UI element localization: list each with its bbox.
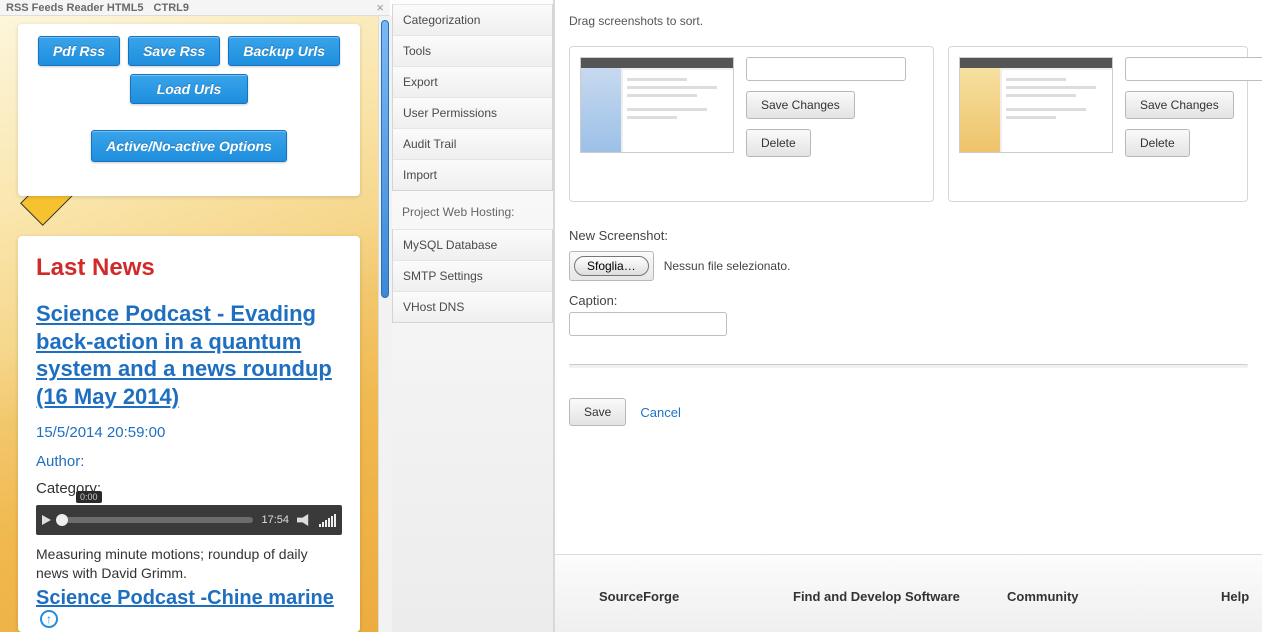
- screenshot-thumbnail[interactable]: [959, 57, 1113, 153]
- menu-import[interactable]: Import: [392, 159, 553, 191]
- admin-menu: Categorization Tools Export User Permiss…: [392, 0, 554, 632]
- screenshot-caption-input[interactable]: [1125, 57, 1262, 81]
- addon-panel-tabbar: RSS Feeds Reader HTML5 CTRL9 ×: [0, 0, 390, 16]
- new-caption-input[interactable]: [569, 312, 727, 336]
- menu-vhost-dns[interactable]: VHost DNS: [392, 291, 553, 323]
- screenshot-caption-input[interactable]: [746, 57, 906, 81]
- browse-button[interactable]: Sfoglia…: [574, 256, 649, 276]
- addon-tab-keybinding: CTRL9: [154, 2, 189, 14]
- new-screenshot-label: New Screenshot:: [569, 228, 1248, 243]
- rss-sidebar: FOLLOW Pdf Rss Save Rss Backup Urls Load…: [0, 16, 390, 632]
- file-status: Nessun file selezionato.: [664, 259, 791, 273]
- active-noactive-options-button[interactable]: Active/No-active Options: [91, 130, 287, 162]
- controls-card: Pdf Rss Save Rss Backup Urls Load Urls A…: [18, 24, 360, 196]
- delete-button[interactable]: Delete: [1125, 129, 1190, 157]
- scrollbar-thumb[interactable]: [381, 20, 389, 298]
- arrow-up-icon[interactable]: ↑: [40, 610, 58, 628]
- footer-col-find-develop[interactable]: Find and Develop Software: [793, 589, 983, 604]
- drag-instructions: Drag screenshots to sort.: [569, 14, 1248, 28]
- menu-export[interactable]: Export: [392, 66, 553, 98]
- close-icon[interactable]: ×: [376, 0, 384, 15]
- addon-tab-title: RSS Feeds Reader HTML5: [6, 2, 144, 14]
- load-urls-button[interactable]: Load Urls: [130, 74, 249, 104]
- screenshot-card[interactable]: Save Changes Delete: [948, 46, 1248, 202]
- audio-duration: 17:54: [261, 514, 289, 526]
- news-description: Measuring minute motions; roundup of dai…: [36, 545, 342, 583]
- divider: [569, 364, 1248, 368]
- screenshot-card[interactable]: Save Changes Delete: [569, 46, 934, 202]
- save-rss-button[interactable]: Save Rss: [128, 36, 220, 66]
- save-button[interactable]: Save: [569, 398, 626, 426]
- news-heading: Last News: [36, 254, 342, 282]
- news-date: 15/5/2014 20:59:00: [36, 424, 342, 441]
- pdf-rss-button[interactable]: Pdf Rss: [38, 36, 120, 66]
- play-icon[interactable]: [42, 515, 51, 525]
- menu-tools[interactable]: Tools: [392, 35, 553, 67]
- menu-smtp-settings[interactable]: SMTP Settings: [392, 260, 553, 292]
- news-author-label: Author:: [36, 453, 342, 470]
- audio-position: 0:00: [76, 491, 102, 503]
- caption-label: Caption:: [569, 293, 1248, 308]
- footer-col-community[interactable]: Community: [1007, 589, 1197, 604]
- news-headline-link[interactable]: Science Podcast - Evading back-action in…: [36, 300, 342, 410]
- menu-audit-trail[interactable]: Audit Trail: [392, 128, 553, 160]
- delete-button[interactable]: Delete: [746, 129, 811, 157]
- sidebar-scrollbar[interactable]: [378, 16, 392, 632]
- speaker-icon[interactable]: [297, 514, 311, 526]
- file-input-wrapper[interactable]: Sfoglia…: [569, 251, 654, 281]
- footer-col-help[interactable]: Help: [1221, 589, 1249, 604]
- main-content: Drag screenshots to sort. Save Changes D…: [554, 0, 1262, 632]
- footer: SourceForge Find and Develop Software Co…: [555, 554, 1262, 632]
- audio-track[interactable]: [59, 517, 253, 523]
- cancel-link[interactable]: Cancel: [640, 405, 680, 420]
- next-news-link[interactable]: Science Podcast -Chine marine: [36, 587, 334, 609]
- screenshot-row: Save Changes Delete Save Changes Del: [569, 46, 1248, 202]
- menu-user-permissions[interactable]: User Permissions: [392, 97, 553, 129]
- save-changes-button[interactable]: Save Changes: [746, 91, 855, 119]
- audio-scrubber[interactable]: [56, 514, 68, 526]
- volume-bars[interactable]: [319, 514, 336, 527]
- menu-categorization[interactable]: Categorization: [392, 4, 553, 36]
- menu-hosting-heading: Project Web Hosting:: [392, 191, 553, 225]
- backup-urls-button[interactable]: Backup Urls: [228, 36, 340, 66]
- footer-col-sourceforge[interactable]: SourceForge: [599, 589, 769, 604]
- menu-mysql-database[interactable]: MySQL Database: [392, 229, 553, 261]
- news-card: Last News Science Podcast - Evading back…: [18, 236, 360, 632]
- audio-player[interactable]: 0:00 17:54: [36, 505, 342, 535]
- screenshot-thumbnail[interactable]: [580, 57, 734, 153]
- save-changes-button[interactable]: Save Changes: [1125, 91, 1234, 119]
